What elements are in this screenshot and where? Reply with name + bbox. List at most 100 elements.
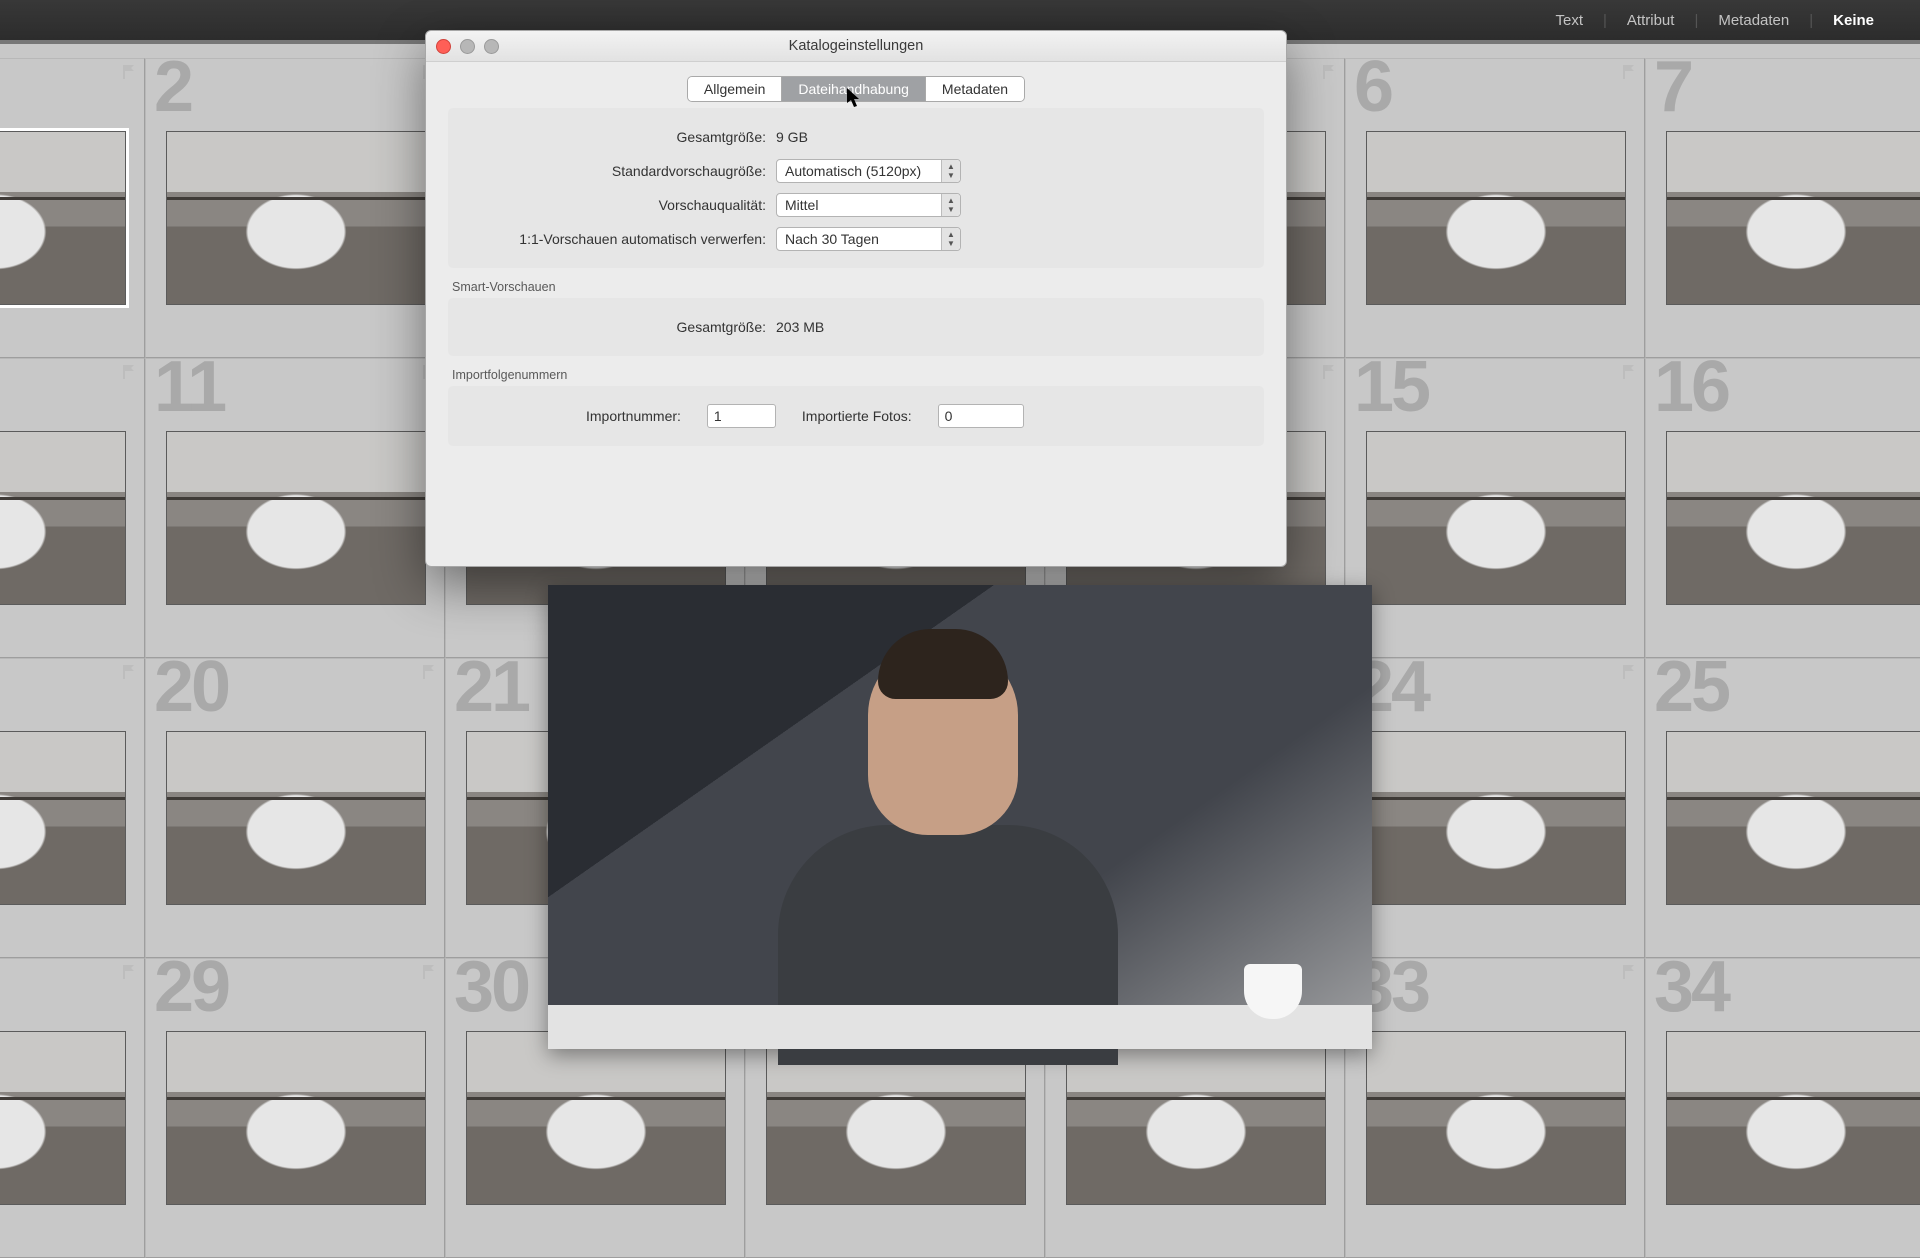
thumbnail[interactable]: [1666, 131, 1920, 305]
cell-index: 20: [154, 651, 228, 723]
grid-cell[interactable]: 16: [1645, 358, 1920, 658]
filter-attribute[interactable]: Attribut: [1621, 10, 1681, 31]
stepper-icon: ▲▼: [941, 228, 960, 250]
maximize-icon[interactable]: [484, 39, 499, 54]
grid-cell[interactable]: 24: [1345, 658, 1645, 958]
grid-cell[interactable]: 33: [1345, 958, 1645, 1258]
label-std-preview-size: Standardvorschaugröße:: [466, 163, 776, 179]
flag-icon[interactable]: [1620, 63, 1638, 81]
thumbnail[interactable]: [1366, 1031, 1626, 1205]
tab-general[interactable]: Allgemein: [688, 77, 782, 101]
dialog-titlebar[interactable]: Katalogeinstellungen: [426, 31, 1286, 62]
flag-icon[interactable]: [420, 963, 438, 981]
filter-text[interactable]: Text: [1549, 10, 1589, 31]
grid-cell[interactable]: 20: [145, 658, 445, 958]
flag-icon[interactable]: [120, 663, 138, 681]
grid-cell[interactable]: 11: [145, 358, 445, 658]
cursor-icon: [847, 88, 861, 108]
filter-none[interactable]: Keine: [1827, 10, 1880, 31]
catalog-settings-dialog: Katalogeinstellungen Allgemein Dateihand…: [425, 30, 1287, 567]
grid-cell[interactable]: 2: [145, 58, 445, 358]
filter-metadata[interactable]: Metadaten: [1712, 10, 1795, 31]
label-smart-total: Gesamtgröße:: [466, 319, 776, 335]
thumbnail[interactable]: [0, 431, 126, 605]
thumbnail[interactable]: [1366, 131, 1626, 305]
row-discard-11: 1:1-Vorschauen automatisch verwerfen: Na…: [466, 222, 1246, 256]
label-total-size: Gesamtgröße:: [466, 129, 776, 145]
grid-cell[interactable]: [0, 658, 145, 958]
separator: |: [1809, 12, 1813, 29]
row-total-size: Gesamtgröße: 9 GB: [466, 120, 1246, 154]
thumbnail[interactable]: [466, 1031, 726, 1205]
grid-cell[interactable]: [0, 58, 145, 358]
thumbnail[interactable]: [166, 731, 426, 905]
cell-index: 25: [1654, 651, 1728, 723]
grid-cell[interactable]: 6: [1345, 58, 1645, 358]
thumbnail[interactable]: [1666, 731, 1920, 905]
overlay-hair: [878, 629, 1008, 699]
thumbnail[interactable]: [1366, 731, 1626, 905]
thumbnail[interactable]: [1666, 1031, 1920, 1205]
std-preview-size-select[interactable]: Automatisch (5120px): [776, 159, 961, 183]
grid-cell[interactable]: 15: [1345, 358, 1645, 658]
grid-cell[interactable]: [0, 958, 145, 1258]
label-imported-photos: Importierte Fotos:: [802, 408, 912, 424]
input-imported-photos[interactable]: [938, 404, 1024, 428]
preview-quality-select[interactable]: Mittel: [776, 193, 961, 217]
grid-cell[interactable]: 29: [145, 958, 445, 1258]
overlay-mug: [1244, 964, 1302, 1019]
flag-icon[interactable]: [120, 963, 138, 981]
row-preview-quality: Vorschauqualität: Mittel ▲▼: [466, 188, 1246, 222]
tab-metadata[interactable]: Metadaten: [926, 77, 1024, 101]
minimize-icon[interactable]: [460, 39, 475, 54]
flag-icon[interactable]: [1320, 63, 1338, 81]
thumbnail[interactable]: [0, 131, 126, 305]
grid-cell[interactable]: 7: [1645, 58, 1920, 358]
previews-panel: Gesamtgröße: 9 GB Standardvorschaugröße:…: [448, 108, 1264, 268]
label-import-number: Importnummer:: [586, 408, 681, 424]
cell-index: 16: [1654, 351, 1728, 423]
cell-index: 30: [454, 951, 528, 1023]
heading-smart-previews: Smart-Vorschauen: [452, 280, 1260, 294]
input-import-number[interactable]: [707, 404, 776, 428]
stepper-icon: ▲▼: [941, 194, 960, 216]
thumbnail[interactable]: [166, 1031, 426, 1205]
flag-icon[interactable]: [1620, 363, 1638, 381]
smart-previews-panel: Gesamtgröße: 203 MB: [448, 298, 1264, 356]
grid-cell[interactable]: 25: [1645, 658, 1920, 958]
cell-index: 2: [154, 51, 191, 123]
thumbnail[interactable]: [166, 431, 426, 605]
select-std-preview-size[interactable]: Automatisch (5120px) ▲▼: [776, 159, 961, 183]
heading-import-sequence: Importfolgenummern: [452, 368, 1260, 382]
thumbnail[interactable]: [0, 731, 126, 905]
flag-icon[interactable]: [420, 663, 438, 681]
cell-index: 34: [1654, 951, 1728, 1023]
discard-11-select[interactable]: Nach 30 Tagen: [776, 227, 961, 251]
thumbnail[interactable]: [1666, 431, 1920, 605]
cell-index: 11: [154, 351, 224, 423]
cell-index: 21: [454, 651, 528, 723]
row-smart-total: Gesamtgröße: 203 MB: [466, 310, 1246, 344]
separator: |: [1694, 12, 1698, 29]
flag-icon[interactable]: [1320, 363, 1338, 381]
presenter-overlay: [548, 585, 1372, 1049]
flag-icon[interactable]: [1620, 963, 1638, 981]
flag-icon[interactable]: [1620, 663, 1638, 681]
select-preview-quality[interactable]: Mittel ▲▼: [776, 193, 961, 217]
overlay-desk: [548, 1005, 1372, 1049]
value-smart-total: 203 MB: [776, 319, 824, 335]
close-icon[interactable]: [436, 39, 451, 54]
grid-cell[interactable]: [0, 358, 145, 658]
thumbnail[interactable]: [166, 131, 426, 305]
cell-index: 6: [1354, 51, 1391, 123]
thumbnail[interactable]: [1366, 431, 1626, 605]
thumbnail[interactable]: [0, 1031, 126, 1205]
grid-cell[interactable]: 34: [1645, 958, 1920, 1258]
row-std-preview-size: Standardvorschaugröße: Automatisch (5120…: [466, 154, 1246, 188]
flag-icon[interactable]: [120, 63, 138, 81]
flag-icon[interactable]: [120, 363, 138, 381]
select-discard-11[interactable]: Nach 30 Tagen ▲▼: [776, 227, 961, 251]
dialog-body: Allgemein Dateihandhabung Metadaten Gesa…: [426, 62, 1286, 470]
separator: |: [1603, 12, 1607, 29]
cell-index: 29: [154, 951, 228, 1023]
